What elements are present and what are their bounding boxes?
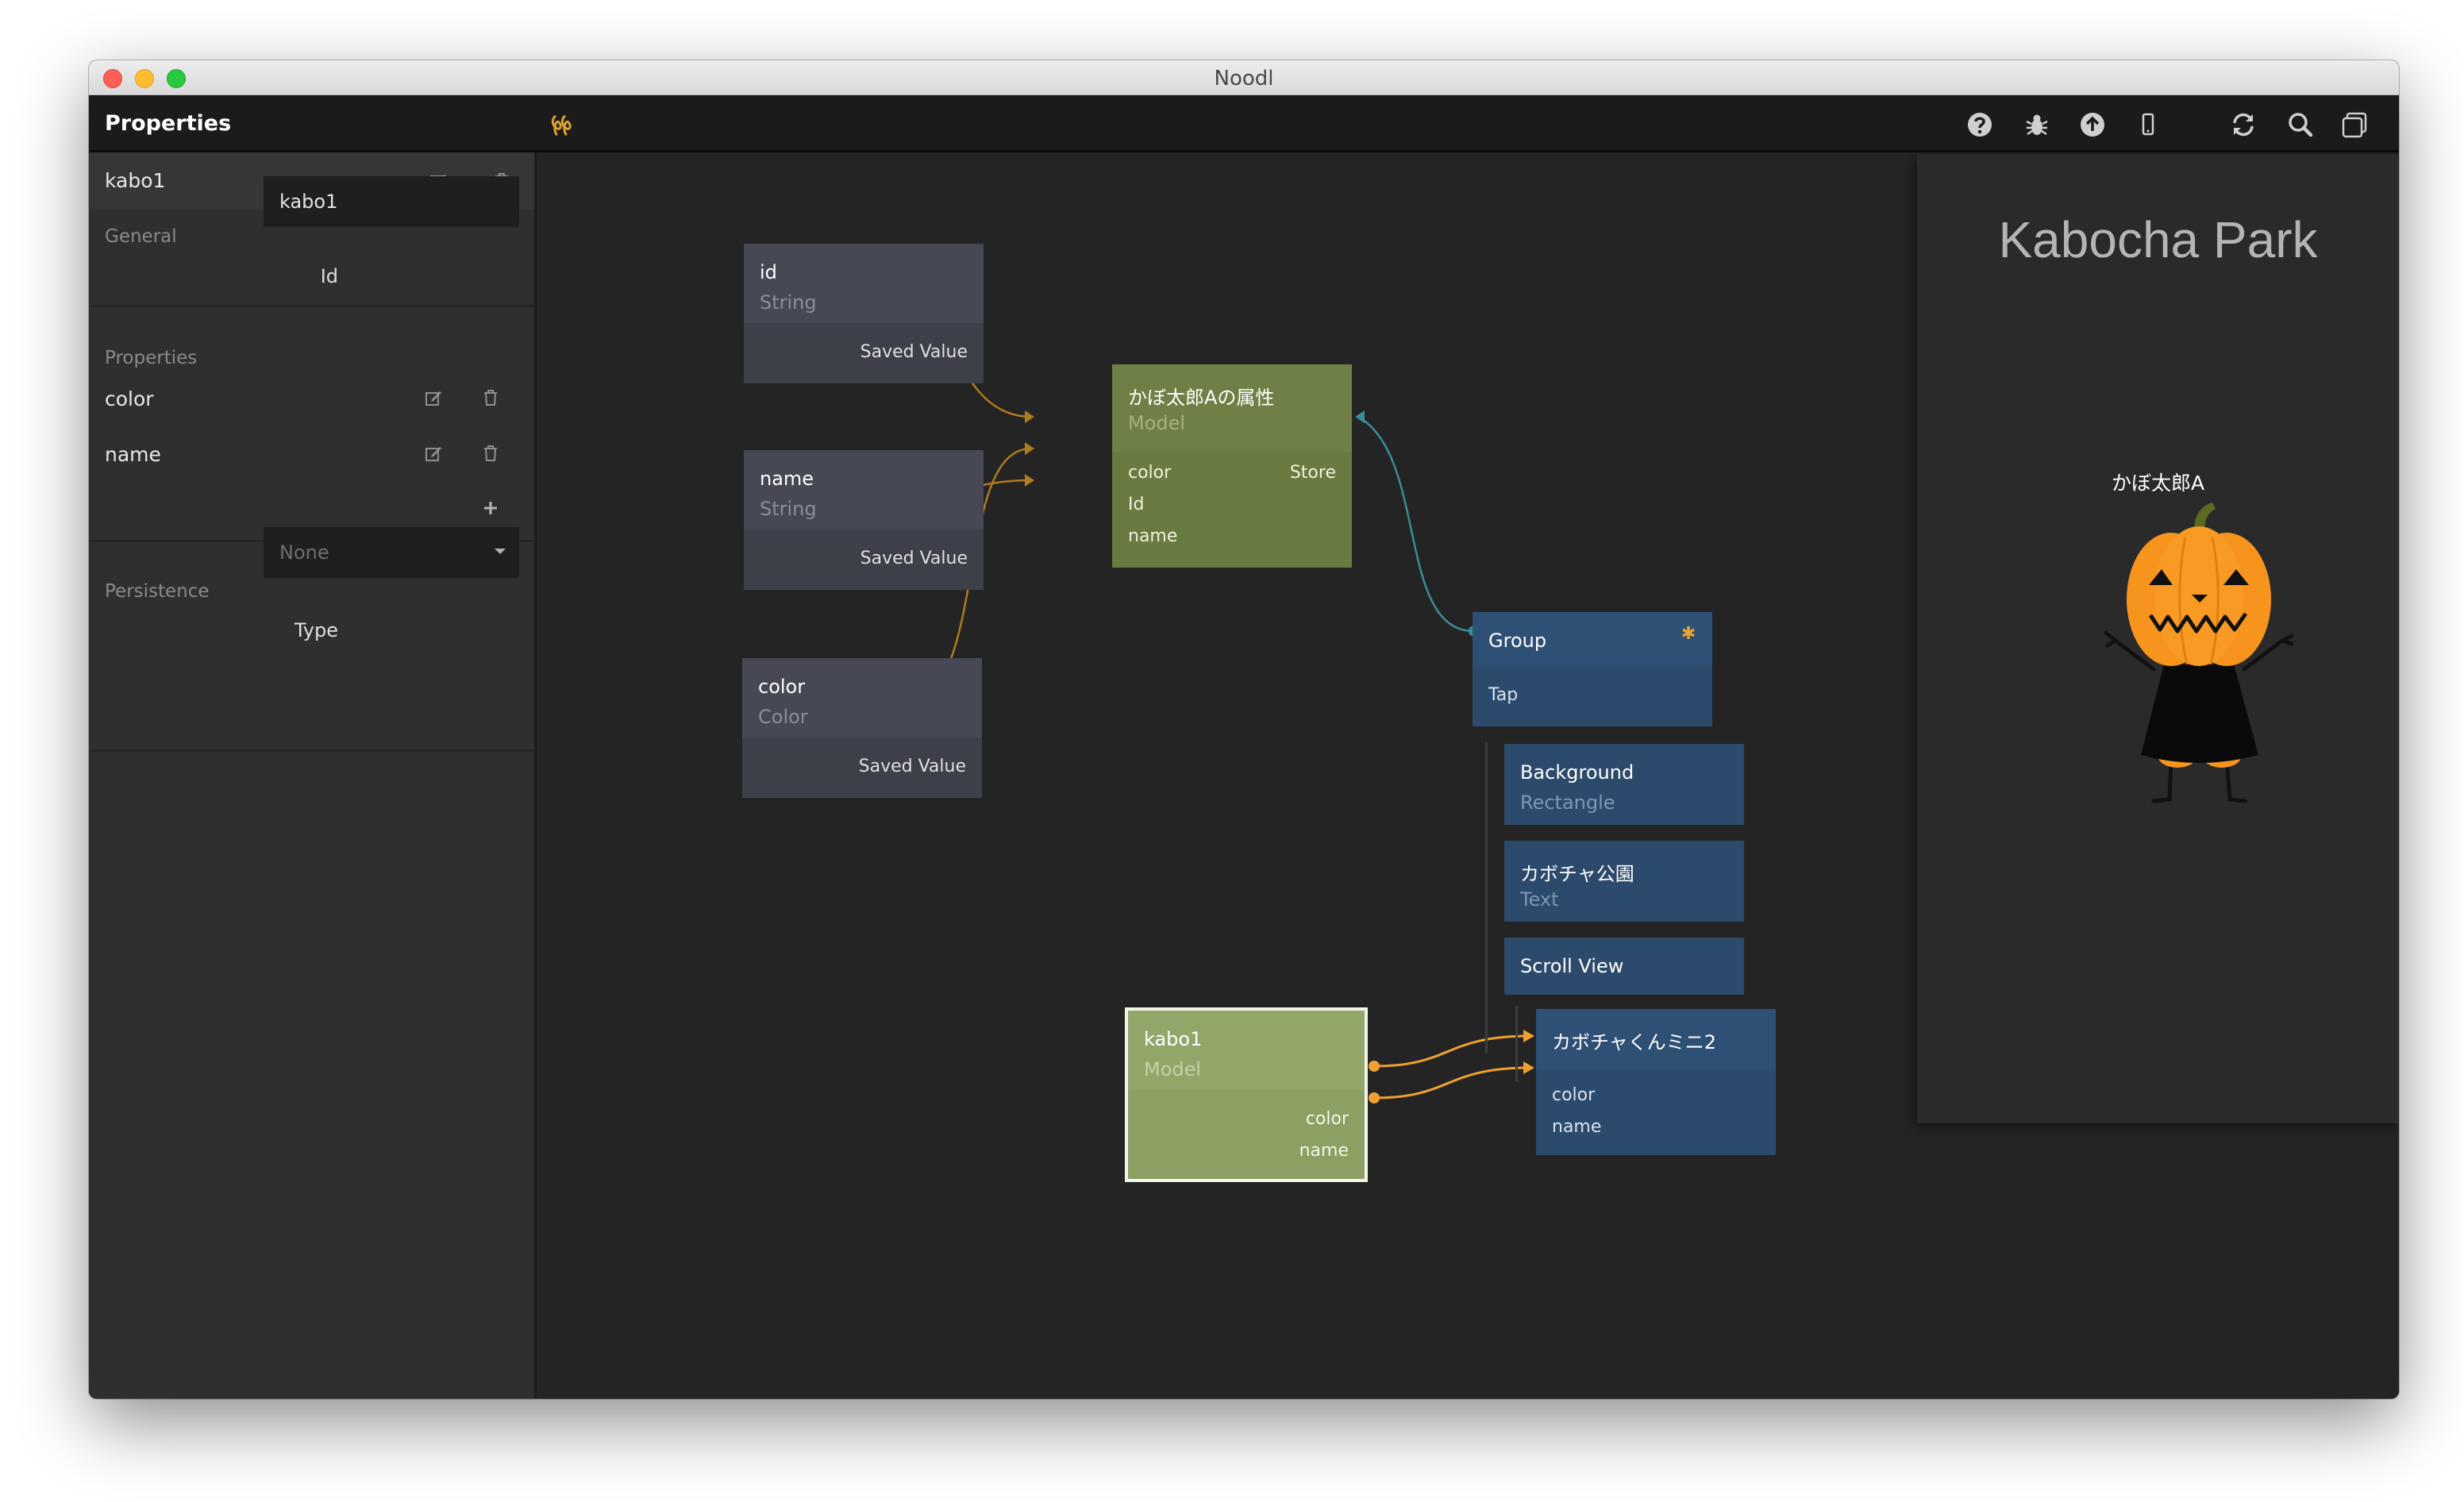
refresh-icon[interactable]: [2229, 110, 2258, 139]
panel-title: Properties: [105, 111, 232, 136]
output-port-store[interactable]: Store: [1290, 463, 1336, 483]
preview-title: Kabocha Park: [1998, 211, 2318, 268]
wire-kabo1-name: [1373, 1066, 1530, 1100]
asterisk-icon: [1682, 626, 1695, 639]
node-title: かぼ太郎Aの属性: [1128, 387, 1275, 409]
input-port-id[interactable]: Id: [1128, 495, 1144, 514]
node-type: Rectangle: [1520, 791, 1615, 814]
variable-node-id[interactable]: id String Saved Value: [744, 244, 984, 383]
tree-line: [1515, 1006, 1518, 1082]
persistence-type-value: None: [279, 541, 329, 564]
section-divider: [89, 305, 534, 307]
persistence-type-select[interactable]: None: [264, 527, 519, 578]
node-type: String: [760, 498, 817, 520]
section-divider: [89, 749, 534, 752]
windows-icon[interactable]: [2340, 110, 2369, 139]
property-item-color[interactable]: color: [105, 387, 154, 410]
node-type: Model: [1144, 1058, 1202, 1080]
help-icon[interactable]: [1965, 110, 1994, 139]
bug-icon[interactable]: [2023, 110, 2051, 139]
node-type: String: [760, 291, 817, 314]
property-item-name[interactable]: name: [105, 443, 161, 466]
app-window: Noodl Properties kabo1 General Id kabo1 …: [89, 60, 2399, 1399]
window-title: Noodl: [1214, 67, 1274, 91]
edit-icon[interactable]: [424, 444, 443, 463]
general-section-label: General: [105, 226, 177, 247]
node-title: name: [760, 468, 814, 490]
title-bar: Noodl: [89, 60, 2399, 95]
chevron-down-icon: [495, 549, 506, 554]
node-title: id: [760, 261, 777, 283]
top-toolbar: Properties: [89, 95, 2399, 152]
background-node[interactable]: Background Rectangle: [1504, 744, 1744, 825]
model-node-kabo1[interactable]: kabo1 Model color name: [1125, 1007, 1368, 1182]
group-node[interactable]: Group Tap: [1473, 612, 1712, 726]
properties-panel: kabo1 General Id Properties color name: [89, 152, 537, 1399]
type-field-label: Type: [294, 619, 338, 641]
node-title: Group: [1488, 630, 1547, 652]
tree-line: [1485, 742, 1488, 1053]
add-property-icon[interactable]: [481, 499, 500, 518]
mobile-preview-icon[interactable]: [2134, 110, 2162, 139]
app-preview[interactable]: Kabocha Park かぼ太郎A: [1917, 155, 2399, 1123]
edit-icon[interactable]: [424, 388, 443, 407]
output-port-saved-value[interactable]: Saved Value: [859, 757, 966, 776]
input-port-name[interactable]: name: [1128, 526, 1177, 546]
output-port-saved-value[interactable]: Saved Value: [860, 342, 968, 362]
properties-section-label: Properties: [105, 348, 198, 368]
component-node-mini[interactable]: カボチャくんミニ2 color name: [1536, 1009, 1776, 1155]
input-port-tap[interactable]: Tap: [1488, 685, 1518, 705]
output-port-color[interactable]: color: [1306, 1109, 1349, 1129]
input-port-name[interactable]: name: [1552, 1117, 1601, 1137]
node-title: Scroll View: [1520, 955, 1624, 977]
model-node-attributes[interactable]: かぼ太郎Aの属性 Model color Id name Store: [1112, 364, 1352, 568]
variable-node-name[interactable]: name String Saved Value: [744, 450, 984, 590]
node-title: カボチャ公園: [1520, 863, 1634, 885]
variable-node-color[interactable]: color Color Saved Value: [742, 658, 982, 798]
node-type: Model: [1128, 412, 1186, 434]
node-type: Text: [1520, 888, 1559, 911]
node-name[interactable]: kabo1: [105, 169, 165, 192]
node-type: Color: [758, 706, 808, 728]
delete-icon[interactable]: [481, 444, 500, 463]
node-title: Background: [1520, 761, 1634, 784]
input-port-color[interactable]: color: [1128, 463, 1171, 483]
wire-kabo1-color: [1373, 1034, 1530, 1068]
node-title: カボチャくんミニ2: [1552, 1031, 1717, 1053]
search-icon[interactable]: [2286, 110, 2315, 139]
input-port-color[interactable]: color: [1552, 1085, 1595, 1105]
node-title: kabo1: [1144, 1028, 1203, 1050]
delete-icon[interactable]: [481, 388, 500, 407]
scroll-view-node[interactable]: Scroll View: [1504, 938, 1744, 995]
wire-store-to-tap: [1357, 415, 1475, 633]
noodl-logo-icon[interactable]: [549, 111, 575, 138]
id-field[interactable]: [264, 176, 519, 227]
upload-icon[interactable]: [2078, 110, 2107, 139]
id-field-label: Id: [320, 265, 338, 287]
output-port-saved-value[interactable]: Saved Value: [860, 549, 968, 568]
persistence-section-label: Persistence: [105, 581, 210, 602]
pumpkin-character-icon[interactable]: [2084, 488, 2314, 814]
text-node-park[interactable]: カボチャ公園 Text: [1504, 841, 1744, 922]
node-title: color: [758, 676, 806, 698]
output-port-name[interactable]: name: [1299, 1141, 1349, 1161]
